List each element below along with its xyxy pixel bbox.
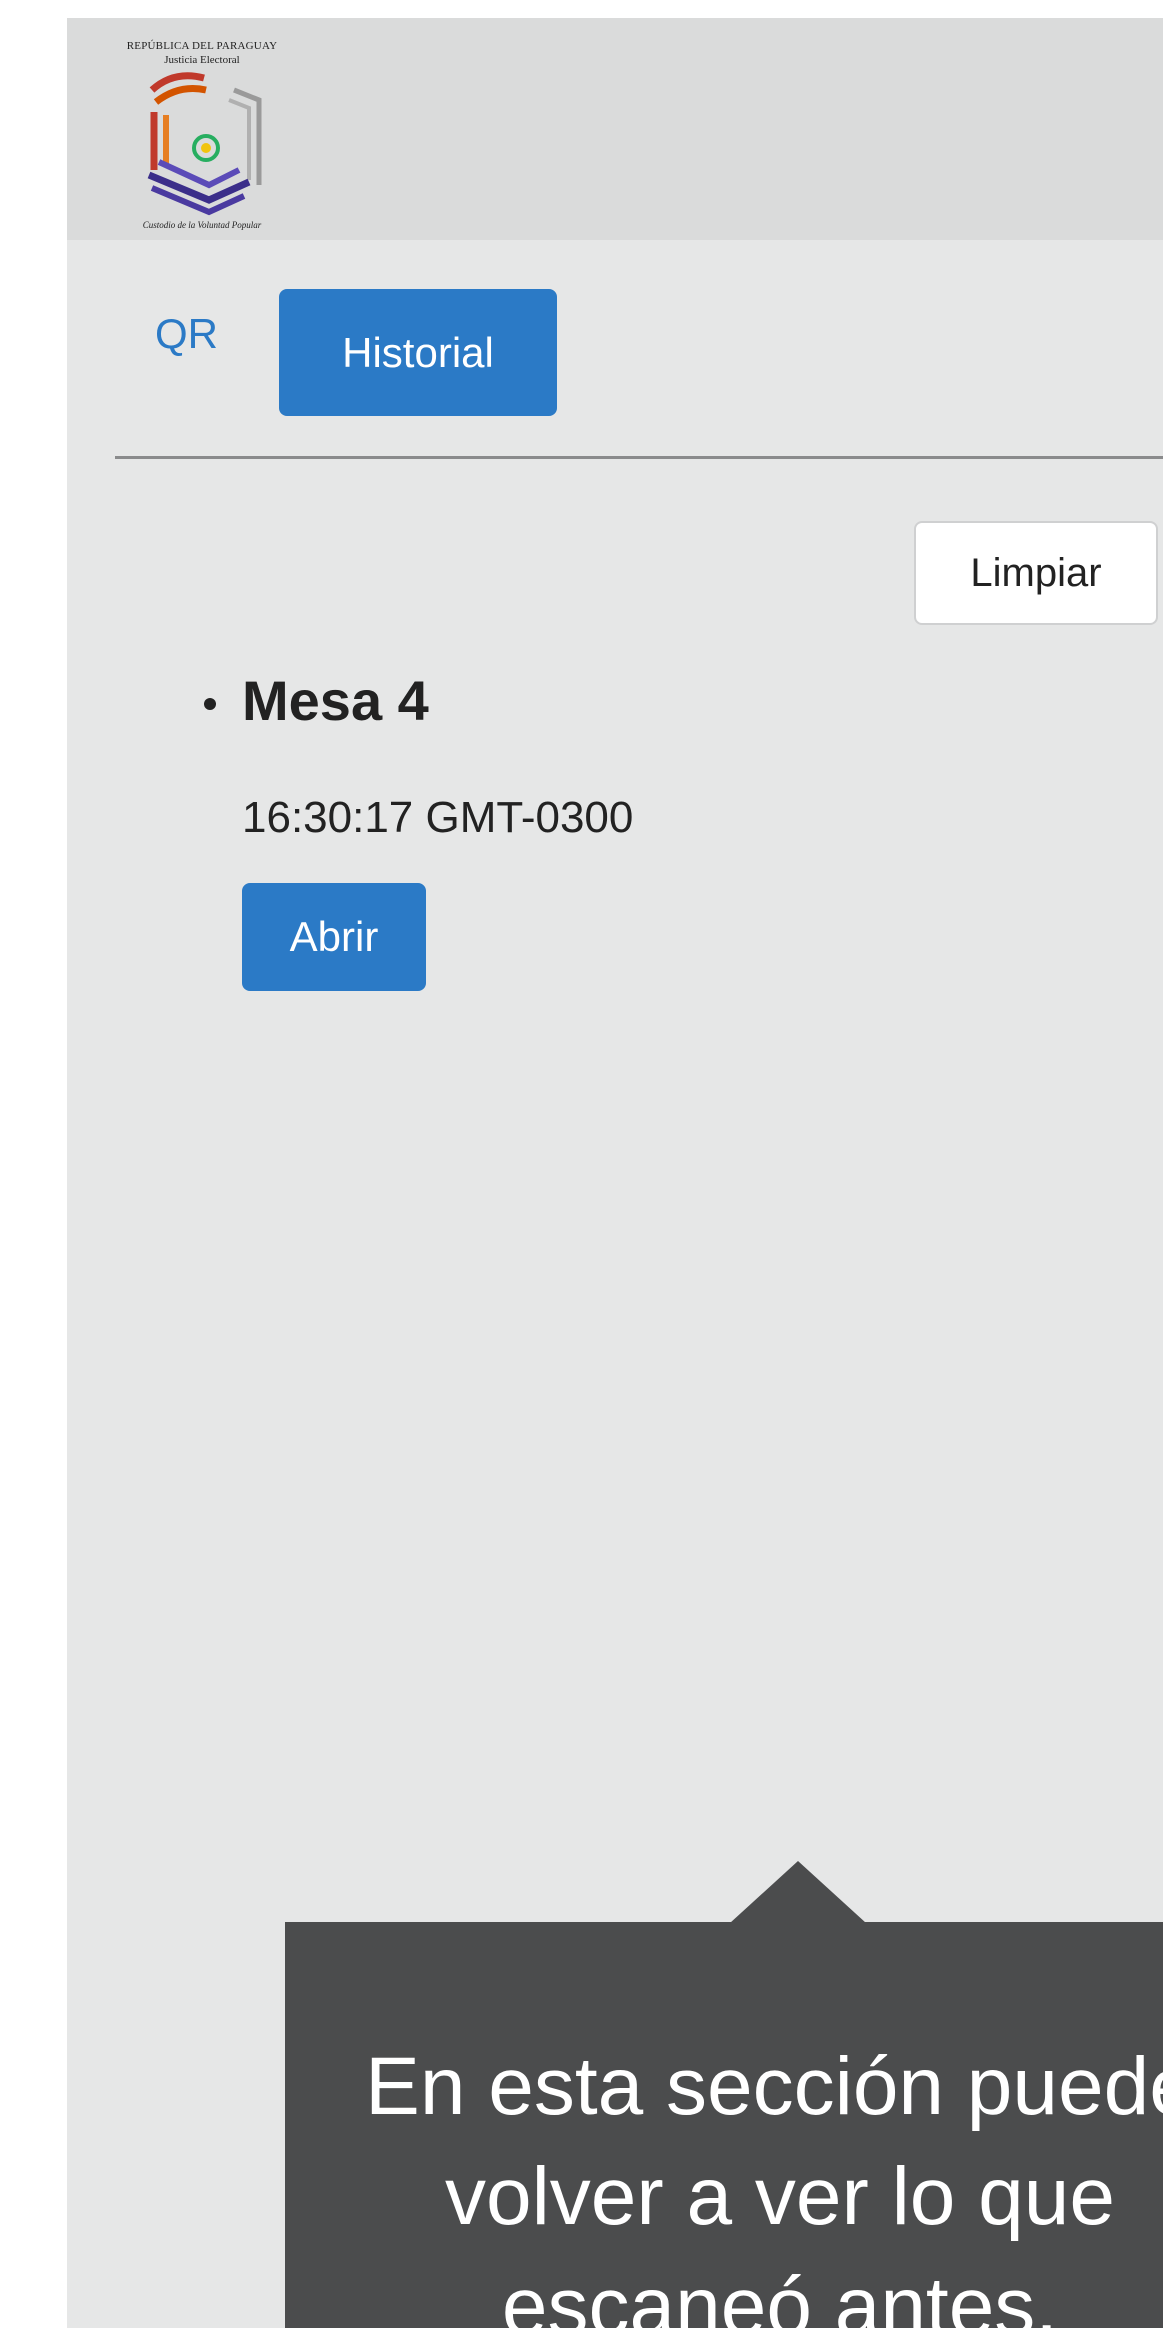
bullet-icon [204, 698, 216, 710]
justicia-electoral-logo: REPÚBLICA DEL PARAGUAY Justicia Electora… [112, 40, 292, 230]
tooltip-arrow-icon [730, 1861, 866, 1923]
history-item-title: Mesa 4 [242, 669, 429, 732]
app-page: REPÚBLICA DEL PARAGUAY Justicia Electora… [67, 18, 1163, 2328]
app-header: REPÚBLICA DEL PARAGUAY Justicia Electora… [67, 18, 1163, 240]
tab-divider [115, 456, 1163, 459]
logo-line-2: Justicia Electoral [164, 54, 240, 66]
clear-history-button[interactable]: Limpiar [914, 521, 1158, 625]
tab-historial[interactable]: Historial [279, 289, 557, 416]
tooltip-text: En esta sección puede volver a ver lo qu… [365, 2041, 1163, 2328]
history-item-time: 16:30:17 GMT-0300 [242, 793, 634, 842]
logo-emblem-icon [147, 72, 262, 216]
logo-line-1: REPÚBLICA DEL PARAGUAY [126, 40, 278, 52]
onboarding-tooltip: En esta sección puede volver a ver lo qu… [285, 1922, 1163, 2328]
tab-qr[interactable]: QR [155, 310, 218, 358]
open-button[interactable]: Abrir [242, 883, 426, 991]
logo-motto: Custodio de la Voluntad Popular [142, 220, 262, 230]
